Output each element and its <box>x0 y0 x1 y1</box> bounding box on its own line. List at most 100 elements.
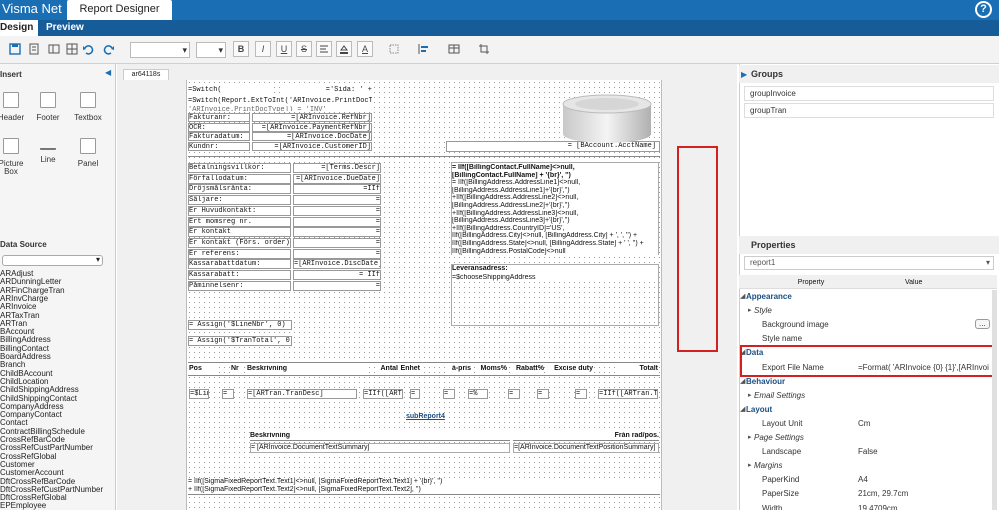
crop-icon[interactable] <box>476 41 492 57</box>
detail-field[interactable]: = <box>443 389 455 399</box>
save-icon[interactable] <box>7 41 23 57</box>
property-row[interactable]: Layout Unit Cm <box>739 417 997 431</box>
property-row[interactable]: Landscape False <box>739 445 997 459</box>
subreport-link[interactable]: subReport4 <box>406 413 456 421</box>
insert-textbox[interactable]: Textbox <box>73 92 103 122</box>
detail-field[interactable]: =[ARTran.TranDesc] <box>247 389 357 399</box>
detail-field[interactable]: =IIf([ARTran.TranT <box>598 389 658 399</box>
assign-trantotal-field[interactable]: = Assign('$TranTotal', 0) <box>188 336 292 346</box>
underline-button[interactable]: U <box>276 41 292 57</box>
property-row[interactable]: Width 19.4709cm <box>739 502 997 510</box>
group-item-invoice[interactable]: groupInvoice <box>744 86 994 101</box>
fit-icon[interactable] <box>386 41 402 57</box>
help-icon[interactable]: ? <box>975 1 992 18</box>
sub-position-field[interactable]: =[ARInvoice.DocumentTextPositionSummary] <box>513 443 659 453</box>
property-value[interactable]: 19.4709cm <box>858 502 898 510</box>
terms-field-value[interactable]: = <box>293 216 381 227</box>
terms-field-value[interactable]: =IIf <box>293 184 381 195</box>
detail-field[interactable]: = <box>222 389 234 399</box>
billing-address-line[interactable]: IIf([BillingAddress.PostalCode]<>null <box>452 247 658 256</box>
page-number-field[interactable]: ='Sida: ' + <box>282 86 372 95</box>
detail-field[interactable]: =IIf([ARTr <box>363 389 403 399</box>
insert-picturebox[interactable]: Picture Box <box>0 138 26 176</box>
terms-field-value[interactable]: = <box>293 195 381 206</box>
property-value[interactable]: A4 <box>858 473 868 487</box>
terms-field-value[interactable]: = <box>293 237 381 248</box>
property-value[interactable]: ... <box>975 319 990 330</box>
expand-icon[interactable]: ▶ <box>741 70 747 79</box>
expand-chevron-icon[interactable]: ◢ <box>740 290 745 304</box>
expand-arrow-icon[interactable]: ▸ <box>748 459 752 473</box>
undo-icon[interactable] <box>80 41 96 57</box>
invoice-field-value[interactable]: =[ARInvoice.DocDate] <box>252 132 372 141</box>
property-value[interactable]: Cm <box>858 417 870 431</box>
insert-footer[interactable]: Footer <box>33 92 63 122</box>
document-tab[interactable]: ar64118s <box>123 69 169 80</box>
sigma-text-field-1[interactable]: = IIf([SigmaFixedReportText.Text1]<>null… <box>188 478 660 486</box>
bold-button[interactable]: B <box>233 41 249 57</box>
terms-field-value[interactable]: = <box>293 248 381 259</box>
datasource-item[interactable]: ARInvoice <box>0 303 36 311</box>
detail-field[interactable]: = <box>575 389 587 399</box>
expand-arrow-icon[interactable]: ▸ <box>748 304 752 318</box>
sigma-text-field-2[interactable]: + IIf([SigmaFixedReportText.Text2]<>null… <box>188 486 660 494</box>
sub-description-field[interactable]: = [ARInvoice.DocumentTextSummary] <box>250 443 510 453</box>
detail-field[interactable]: = <box>537 389 549 399</box>
expand-arrow-icon[interactable]: ▸ <box>748 431 752 445</box>
insert-line[interactable]: Line <box>33 138 63 164</box>
table-icon[interactable] <box>446 41 462 57</box>
property-row[interactable]: Background image... <box>739 318 997 332</box>
switch-field-2[interactable]: =Switch(Report.ExtToInt('ARInvoice.Print… <box>188 97 372 106</box>
align-left-icon[interactable] <box>416 41 432 57</box>
switch-field-3[interactable]: 'ARInvoice.PrintDocType]) = 'INV' <box>188 106 372 111</box>
assign-linenbr-field[interactable]: = Assign('$LineNbr', 0) <box>188 320 292 330</box>
insert-panel[interactable]: Panel <box>73 138 103 168</box>
detail-field[interactable]: =$Lin <box>189 389 209 399</box>
strikethrough-button[interactable]: S <box>296 41 312 57</box>
tab-design[interactable]: Design <box>0 20 38 36</box>
invoice-field-value[interactable]: =[ARInvoice.PaymentRefNbr] <box>252 123 372 132</box>
terms-field-value[interactable]: = <box>293 205 381 216</box>
datasource-item[interactable]: ChildShippingAddress <box>0 386 79 394</box>
redo-icon[interactable] <box>101 41 117 57</box>
fill-color-icon[interactable] <box>336 41 352 57</box>
terms-field-value[interactable]: =[ARInvoice.DueDate] <box>293 173 381 184</box>
terms-field-value[interactable]: =[ARInvoice.DiscDate] <box>293 259 381 270</box>
align-icon[interactable] <box>316 41 332 57</box>
property-value[interactable]: 21cm, 29.7cm <box>858 487 908 501</box>
collapse-icon[interactable]: ◀ <box>105 69 113 77</box>
detail-field[interactable]: =% <box>468 389 488 399</box>
terms-field-value[interactable]: =[Terms.Descr] <box>293 163 381 173</box>
insert-header[interactable]: Header <box>0 92 26 122</box>
layout-icon[interactable] <box>46 41 62 57</box>
expand-chevron-icon[interactable]: ◢ <box>740 403 745 417</box>
datasource-item[interactable]: EPEmployee <box>0 502 46 510</box>
properties-scrollbar[interactable] <box>992 290 997 510</box>
expand-arrow-icon[interactable]: ▸ <box>748 389 752 403</box>
column-header: Enhet <box>398 365 420 373</box>
invoice-field-value[interactable]: =[ARInvoice.CustomerID] <box>252 142 372 151</box>
detail-field[interactable]: = <box>410 389 420 399</box>
datasource-search-input[interactable]: ▾ <box>2 255 103 266</box>
datasource-item[interactable]: CustomerAccount <box>0 469 64 477</box>
property-row[interactable]: PaperKind A4 <box>739 473 997 487</box>
shipping-address-field[interactable]: =$chooseShippingAddress <box>452 274 658 282</box>
group-item-tran[interactable]: groupTran <box>744 103 994 118</box>
grid-icon[interactable] <box>64 41 80 57</box>
terms-field-value[interactable]: = <box>293 227 381 238</box>
font-family-select[interactable] <box>130 42 190 58</box>
property-row[interactable]: PaperSize 21cm, 29.7cm <box>739 487 997 501</box>
terms-field-value[interactable]: = IIf <box>293 270 381 280</box>
invoice-field-value[interactable]: =[ARInvoice.RefNbr] <box>252 113 372 122</box>
object-select[interactable]: report1 ▾ <box>744 256 994 270</box>
font-size-select[interactable] <box>196 42 226 58</box>
detail-field[interactable]: = <box>508 389 520 399</box>
property-value[interactable]: False <box>858 445 878 459</box>
italic-button[interactable]: I <box>255 41 271 57</box>
tab-preview[interactable]: Preview <box>40 20 90 36</box>
switch-field-1[interactable]: =Switch( <box>188 86 274 95</box>
properties-icon[interactable] <box>26 41 42 57</box>
terms-field-value[interactable]: = <box>293 280 381 291</box>
tab-report-designer[interactable]: Report Designer <box>67 0 172 20</box>
font-color-button[interactable]: A <box>357 41 373 57</box>
